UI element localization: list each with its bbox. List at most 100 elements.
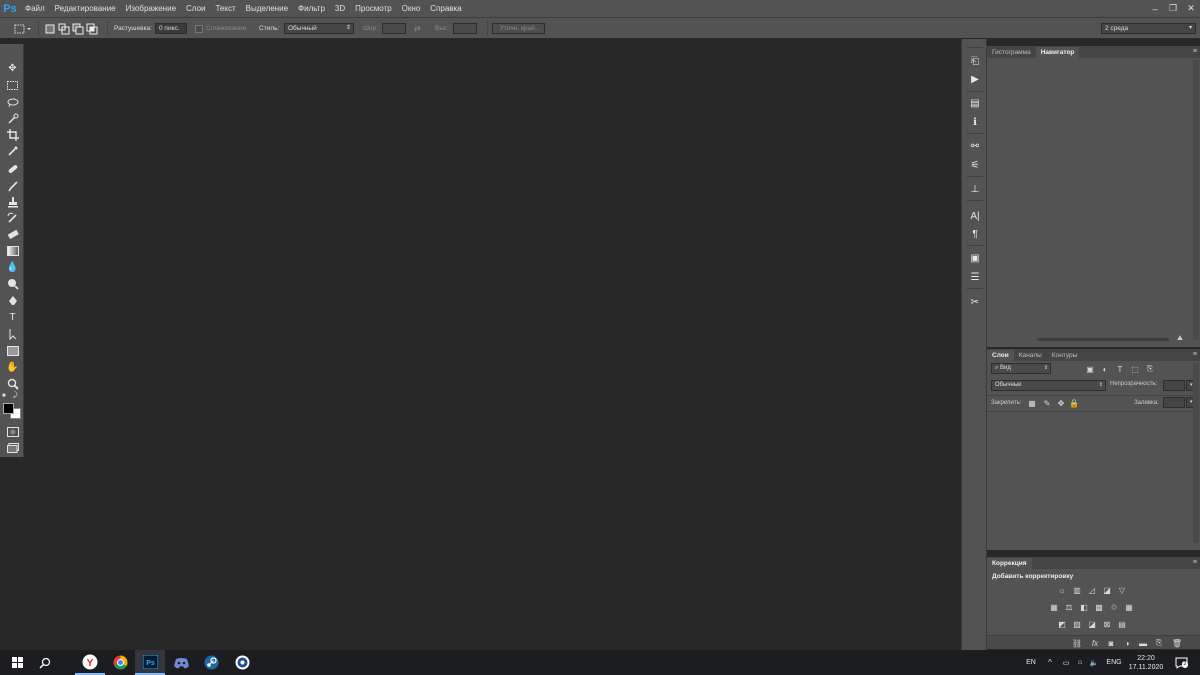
hand-tool-icon[interactable]: ✋: [4, 360, 21, 375]
quick-mask-icon[interactable]: [4, 424, 21, 439]
tab-layers[interactable]: Слои: [987, 350, 1014, 361]
antialias-checkbox[interactable]: [195, 22, 203, 35]
menu-file[interactable]: Файл: [20, 0, 50, 17]
threshold-icon[interactable]: ◪: [1086, 618, 1098, 630]
character-panel-icon[interactable]: A|: [967, 209, 983, 223]
tab-navigator[interactable]: Навигатор: [1035, 47, 1080, 58]
layer-comps-panel-icon[interactable]: ▤: [967, 96, 983, 110]
filter-pixel-icon[interactable]: ▣: [1084, 363, 1096, 375]
start-button[interactable]: [2, 650, 32, 675]
blur-tool-icon[interactable]: 💧: [4, 260, 21, 275]
tab-adjustments[interactable]: Коррекция: [987, 558, 1032, 569]
tab-histogram[interactable]: Гистограмма: [987, 47, 1036, 58]
lasso-tool-icon[interactable]: [4, 95, 21, 110]
rect-marquee-tool-icon[interactable]: [4, 78, 21, 93]
hue-saturation-icon[interactable]: ▦: [1048, 601, 1060, 613]
pen-tool-icon[interactable]: [4, 293, 21, 308]
menu-3d[interactable]: 3D: [330, 0, 350, 17]
taskbar-cinema4d[interactable]: [227, 650, 257, 675]
menu-edit[interactable]: Редактирование: [50, 0, 121, 17]
search-button[interactable]: [30, 650, 60, 675]
style-select[interactable]: Обычный ⇕: [284, 23, 354, 34]
menu-filter[interactable]: Фильтр: [293, 0, 330, 17]
workspace-select[interactable]: 2 среда ▾: [1101, 23, 1196, 34]
menu-view[interactable]: Просмотр: [350, 0, 397, 17]
intersect-selection-icon[interactable]: [86, 22, 98, 35]
taskbar-yandex-browser[interactable]: Y: [75, 650, 105, 675]
foreground-color-swatch[interactable]: [3, 403, 14, 414]
minimize-button[interactable]: –: [1146, 0, 1164, 17]
invert-icon[interactable]: ◩: [1056, 618, 1068, 630]
paragraph-panel-icon[interactable]: ¶: [967, 227, 983, 241]
filter-smart-object-icon[interactable]: ⎘: [1144, 363, 1156, 375]
network-icon[interactable]: ⌂: [1073, 650, 1087, 675]
restore-button[interactable]: ❐: [1164, 0, 1182, 17]
width-input[interactable]: [382, 23, 406, 34]
zoom-tool-icon[interactable]: [4, 376, 21, 391]
close-button[interactable]: ✕: [1182, 0, 1200, 17]
history-brush-tool-icon[interactable]: [4, 210, 21, 225]
add-mask-icon[interactable]: ◙: [1105, 637, 1117, 649]
input-language[interactable]: ENG: [1103, 650, 1125, 675]
eraser-tool-icon[interactable]: [4, 226, 21, 241]
photo-filter-icon[interactable]: ▩: [1093, 601, 1105, 613]
curves-icon[interactable]: ◿: [1086, 584, 1098, 596]
filter-adjustment-icon[interactable]: ◐: [1099, 363, 1111, 375]
height-input[interactable]: [453, 23, 477, 34]
healing-brush-tool-icon[interactable]: [4, 161, 21, 176]
menu-type[interactable]: Текст: [210, 0, 240, 17]
crop-tool-icon[interactable]: [4, 127, 21, 142]
taskbar-chrome[interactable]: [105, 650, 135, 675]
adjustments-panel-menu-icon[interactable]: ≡: [1193, 559, 1197, 566]
feather-input[interactable]: 0 пикс.: [155, 23, 187, 34]
show-hidden-icons-icon[interactable]: ^: [1044, 650, 1056, 675]
navigator-scrollbar[interactable]: [1193, 60, 1199, 340]
layers-panel-menu-icon[interactable]: ≡: [1193, 351, 1197, 358]
zoom-in-icon[interactable]: ⛰: [1177, 335, 1183, 343]
info-panel-icon[interactable]: ℹ: [967, 115, 983, 129]
gradient-tool-icon[interactable]: [4, 243, 21, 258]
menu-select[interactable]: Выделение: [241, 0, 293, 17]
path-selection-tool-icon[interactable]: [4, 326, 21, 341]
eyedropper-tool-icon[interactable]: [4, 143, 21, 158]
type-tool-icon[interactable]: T: [4, 310, 21, 325]
lock-position-icon[interactable]: ✥: [1055, 397, 1067, 409]
marquee-tool-preset-icon[interactable]: [13, 22, 31, 35]
add-selection-icon[interactable]: [58, 22, 70, 35]
gradient-map-icon[interactable]: ▤: [1116, 618, 1128, 630]
screen-mode-icon[interactable]: [4, 440, 21, 455]
posterize-icon[interactable]: ▨: [1071, 618, 1083, 630]
panel-menu-icon[interactable]: ≡: [1193, 48, 1197, 55]
history-panel-icon[interactable]: ⎗: [967, 54, 983, 68]
rectangle-tool-icon[interactable]: [4, 343, 21, 358]
input-language-short[interactable]: EN: [1022, 650, 1040, 675]
clone-source-icon[interactable]: ⊥: [967, 182, 983, 196]
default-colors-icon[interactable]: ■: [2, 393, 10, 399]
subtract-selection-icon[interactable]: [72, 22, 84, 35]
new-group-icon[interactable]: ▬: [1137, 637, 1149, 649]
menu-image[interactable]: Изображение: [121, 0, 181, 17]
taskbar-photoshop[interactable]: Ps: [135, 650, 165, 675]
brush-presets-icon[interactable]: ⚟: [967, 158, 983, 172]
fill-input[interactable]: [1163, 397, 1185, 408]
character-styles-icon[interactable]: ☰: [967, 270, 983, 284]
battery-icon[interactable]: ▭: [1059, 650, 1073, 675]
filter-shape-icon[interactable]: ⬚: [1129, 363, 1141, 375]
actions-panel-icon[interactable]: ▶: [967, 72, 983, 86]
brush-tool-icon[interactable]: [4, 178, 21, 193]
levels-icon[interactable]: ▥: [1071, 584, 1083, 596]
zoom-slider[interactable]: [1037, 338, 1169, 341]
new-selection-icon[interactable]: [44, 22, 56, 35]
volume-icon[interactable]: 🔈: [1087, 650, 1101, 675]
tab-channels[interactable]: Каналы: [1014, 350, 1047, 361]
black-white-icon[interactable]: ◧: [1078, 601, 1090, 613]
swap-colors-icon[interactable]: ⤸: [13, 392, 21, 400]
dodge-tool-icon[interactable]: [4, 276, 21, 291]
tab-paths[interactable]: Контуры: [1047, 350, 1083, 361]
channel-mixer-icon[interactable]: ♲: [1108, 601, 1120, 613]
new-fill-layer-icon[interactable]: ◑: [1121, 637, 1133, 649]
tool-presets-icon[interactable]: ✂: [967, 295, 983, 309]
lock-transparent-icon[interactable]: ▦: [1026, 397, 1038, 409]
link-layers-icon[interactable]: ⛓: [1071, 637, 1083, 649]
vibrance-icon[interactable]: ▽: [1116, 584, 1128, 596]
